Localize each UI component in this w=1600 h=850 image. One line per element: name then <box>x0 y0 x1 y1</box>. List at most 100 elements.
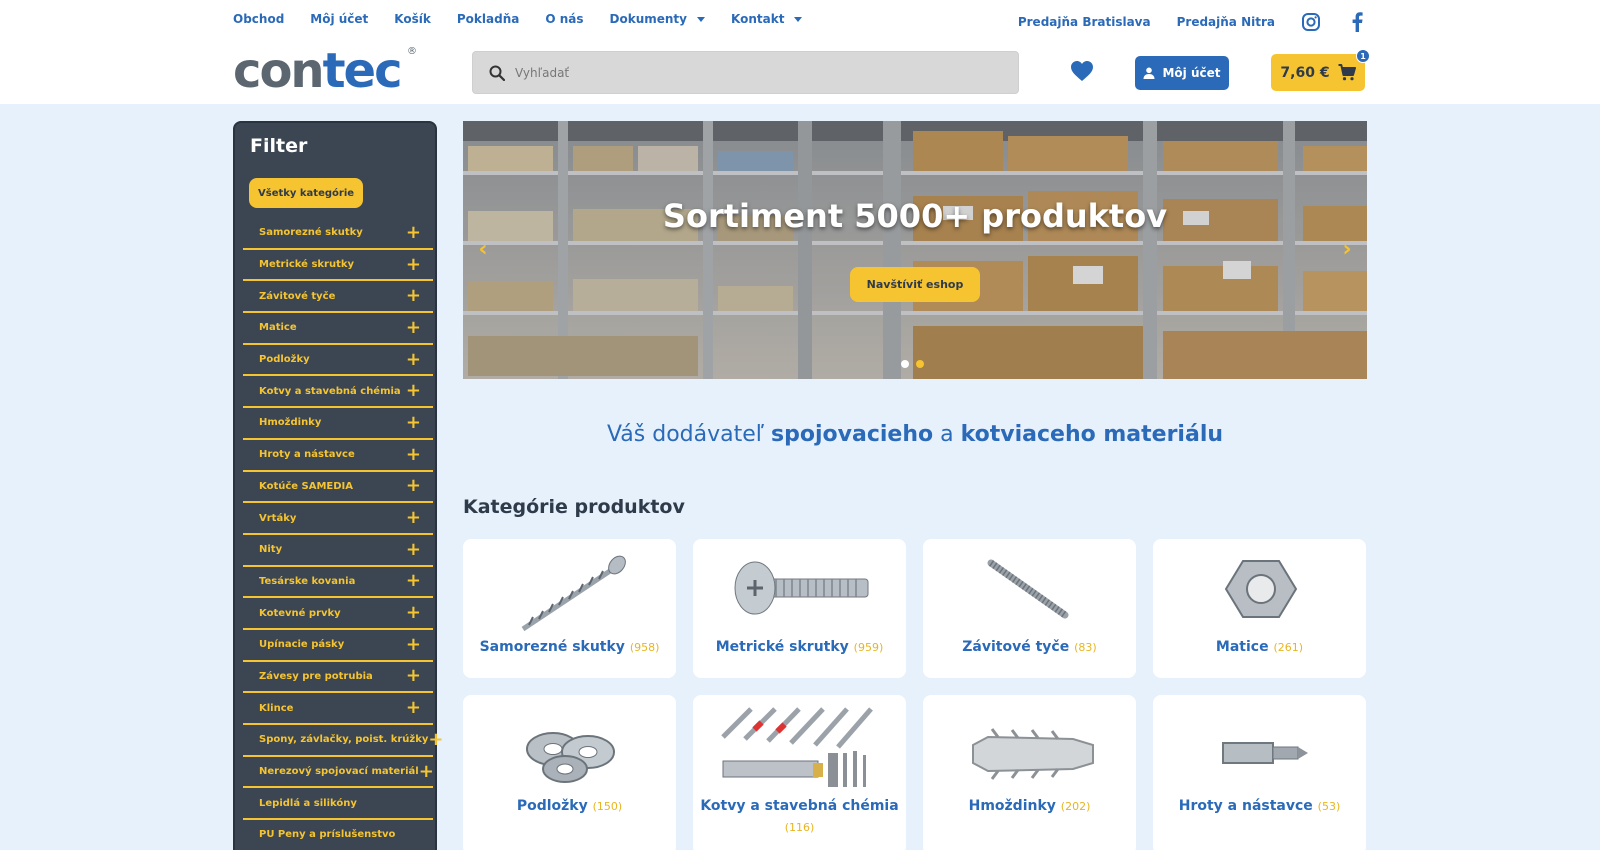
top-right-links: Predajňa Bratislava Predajňa Nitra <box>1018 12 1367 32</box>
expand-plus-icon[interactable]: + <box>406 287 421 305</box>
registered-mark: ® <box>407 46 417 57</box>
category-count: (83) <box>1074 641 1097 654</box>
expand-plus-icon[interactable]: + <box>406 445 421 464</box>
category-card[interactable]: Hmoždinky (202) <box>923 695 1136 850</box>
sidebar-category-item[interactable]: Kotvy a stavebná chémia + <box>243 376 433 409</box>
chevron-right-icon[interactable]: › <box>1339 237 1355 262</box>
visit-eshop-button[interactable]: Navštíviť eshop <box>850 267 980 302</box>
chevron-down-icon <box>794 16 803 22</box>
expand-plus-icon[interactable]: + <box>406 635 421 654</box>
sidebar-category-item[interactable]: Kotevné prvky + <box>243 598 433 630</box>
nav-my-account[interactable]: Môj účet <box>310 12 368 26</box>
my-account-button[interactable]: Môj účet <box>1135 56 1229 90</box>
expand-plus-icon[interactable]: + <box>428 730 443 749</box>
sidebar-category-item[interactable]: Vrtáky + <box>243 503 433 535</box>
expand-plus-icon[interactable]: + <box>419 762 434 781</box>
sidebar-category-item[interactable]: Kotúče SAMEDIA + <box>243 472 433 504</box>
category-name: Závitové tyče <box>962 639 1070 655</box>
filter-sidebar: Filter Všetky kategórie Samorezné skutky… <box>233 121 444 850</box>
sidebar-category-item[interactable]: Hroty a nástavce + <box>243 440 433 472</box>
expand-plus-icon[interactable]: + <box>406 509 421 527</box>
expand-plus-icon[interactable]: + <box>406 699 421 717</box>
my-account-label: Môj účet <box>1162 66 1221 80</box>
tagline-part1: Váš dodávateľ <box>606 422 772 447</box>
sidebar-category-item[interactable]: Tesárske kovania + <box>243 567 433 599</box>
category-card[interactable]: Samorezné skutky (958) <box>463 539 676 678</box>
nav-documents[interactable]: Dokumenty <box>610 12 705 26</box>
facebook-icon[interactable] <box>1347 12 1367 32</box>
store-bratislava-link[interactable]: Predajňa Bratislava <box>1018 15 1151 29</box>
sidebar-category-item[interactable]: Metrické skrutky + <box>243 250 433 282</box>
expand-plus-icon[interactable]: + <box>406 318 421 337</box>
slider-dot-1[interactable] <box>901 360 909 368</box>
sidebar-category-label: Kotúče SAMEDIA <box>259 480 354 492</box>
sidebar-category-label: Upínacie pásky <box>259 639 345 651</box>
sidebar-category-item[interactable]: Závitové tyče + <box>243 281 433 314</box>
contec-logo[interactable]: contec ® <box>233 46 423 96</box>
expand-plus-icon[interactable]: + <box>406 413 421 432</box>
category-card[interactable]: Metrické skrutky (959) <box>693 539 906 678</box>
sidebar-category-label: Nerezový spojovací materiál <box>259 766 419 778</box>
nav-contact[interactable]: Kontakt <box>731 12 803 26</box>
site-header: Obchod Môj účet Košík Pokladňa O nás Dok… <box>0 0 1600 104</box>
nav-about[interactable]: O nás <box>545 12 583 26</box>
category-title: Matice (261) <box>1153 639 1366 655</box>
wall-plug-image <box>972 728 1094 780</box>
tagline-part2: a <box>933 422 961 447</box>
categories-heading: Kategórie produktov <box>463 496 685 518</box>
cart-count-badge: 1 <box>1356 49 1370 63</box>
expand-plus-icon[interactable]: + <box>406 223 421 242</box>
search-bar[interactable] <box>472 51 1019 94</box>
sidebar-category-item[interactable]: Samorezné skutky + <box>243 218 433 250</box>
category-card[interactable]: Závitové tyče (83) <box>923 539 1136 678</box>
logo-part-con: con <box>233 43 325 99</box>
sidebar-category-item[interactable]: Matice + <box>243 313 433 345</box>
sidebar-category-item[interactable]: Závesy pre potrubia + <box>243 662 433 694</box>
category-card[interactable]: Matice (261) <box>1153 539 1366 678</box>
category-count: (261) <box>1273 641 1304 654</box>
expand-plus-icon[interactable]: + <box>406 540 421 559</box>
washer-image <box>526 732 615 783</box>
category-title: Závitové tyče (83) <box>923 639 1136 655</box>
sidebar-category-item[interactable]: Nerezový spojovací materiál + <box>243 757 434 789</box>
sidebar-category-item[interactable]: Hmoždinky + <box>243 408 433 440</box>
slider-dots <box>901 360 924 368</box>
category-card[interactable]: Hroty a nástavce (53) <box>1153 695 1366 850</box>
sidebar-category-item[interactable]: Lepidlá a silikóny <box>243 788 433 821</box>
category-count: (202) <box>1060 800 1091 813</box>
chevron-left-icon[interactable]: ‹ <box>475 237 491 262</box>
sidebar-category-item[interactable]: Spony, závlačky, poist. krúžky + <box>243 725 444 757</box>
category-card[interactable]: Podložky (150) <box>463 695 676 850</box>
top-navigation: Obchod Môj účet Košík Pokladňa O nás Dok… <box>233 12 828 26</box>
hex-nut-image <box>1224 560 1298 618</box>
sidebar-category-item[interactable]: Podložky + <box>243 345 433 377</box>
expand-plus-icon[interactable]: + <box>406 604 421 622</box>
expand-plus-icon[interactable]: + <box>406 255 421 274</box>
expand-plus-icon[interactable]: + <box>406 477 421 495</box>
instagram-icon[interactable] <box>1301 12 1321 32</box>
sidebar-category-item[interactable]: Nity + <box>243 535 433 567</box>
sidebar-category-label: Hmoždinky <box>259 417 322 429</box>
expand-plus-icon[interactable]: + <box>406 350 421 369</box>
expand-plus-icon[interactable]: + <box>406 572 421 590</box>
category-title: Hmoždinky (202) <box>923 798 1136 814</box>
sidebar-category-item[interactable]: Upínacie pásky + <box>243 630 433 662</box>
wishlist-heart-icon[interactable] <box>1070 60 1094 82</box>
cart-total: 7,60 € <box>1280 64 1330 81</box>
cart-button[interactable]: 7,60 € 1 <box>1271 49 1370 91</box>
all-categories-button[interactable]: Všetky kategórie <box>249 178 364 208</box>
nav-cart[interactable]: Košík <box>394 12 431 26</box>
expand-plus-icon[interactable]: + <box>406 667 421 685</box>
nav-checkout[interactable]: Pokladňa <box>457 12 519 26</box>
category-card[interactable]: Kotvy a stavebná chémia (116) <box>693 695 906 850</box>
slider-dot-2[interactable] <box>916 360 924 368</box>
search-input[interactable] <box>515 65 995 80</box>
expand-plus-icon[interactable]: + <box>406 382 421 400</box>
store-nitra-link[interactable]: Predajňa Nitra <box>1177 15 1275 29</box>
nav-documents-label: Dokumenty <box>609 12 687 26</box>
nav-shop[interactable]: Obchod <box>233 12 284 26</box>
sidebar-category-label: Lepidlá a silikóny <box>259 797 357 809</box>
category-name: Metrické skrutky <box>715 639 849 655</box>
sidebar-category-item[interactable]: Klince + <box>243 693 433 725</box>
sidebar-category-item[interactable]: PU Peny a príslušenstvo <box>243 820 433 850</box>
